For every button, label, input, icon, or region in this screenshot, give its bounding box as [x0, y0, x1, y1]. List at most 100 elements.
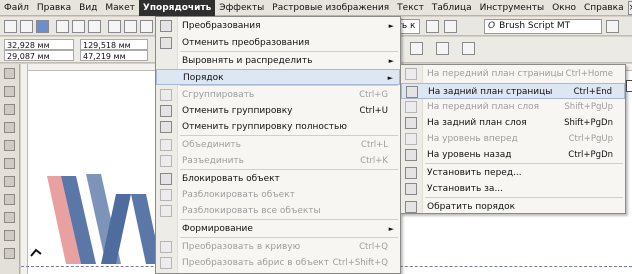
- new-document-icon[interactable]: [4, 20, 17, 33]
- zoom-tool-icon[interactable]: [4, 122, 15, 133]
- arrange-menu-item[interactable]: Разблокировать все объекты: [156, 203, 400, 219]
- paste-icon[interactable]: [88, 20, 101, 33]
- lock-icon: [160, 173, 172, 185]
- crop-tool-icon[interactable]: [4, 104, 15, 115]
- arrange-menu-item[interactable]: Разблокировать объект: [156, 187, 400, 203]
- order-menu-item[interactable]: На уровень вперед Ctrl+PgUp: [401, 131, 625, 147]
- order-menu-item[interactable]: На передний план слоя Shift+PgUp: [401, 99, 625, 115]
- options-icon[interactable]: [426, 20, 439, 33]
- menu-arrange[interactable]: Упорядочить: [138, 0, 216, 16]
- menu-item-shortcut: Shift+PgUp: [564, 102, 613, 112]
- x-position-field[interactable]: 32,928 мм: [4, 39, 74, 50]
- arrange-menu-item[interactable]: Формирование ►: [156, 221, 400, 237]
- to-back-page-icon: [406, 86, 418, 98]
- arrange-menu-item[interactable]: Объединить Ctrl+L: [156, 137, 400, 153]
- arrange-menu-item[interactable]: Выровнять и распределить ►: [156, 53, 400, 69]
- menu-item-shortcut: Ctrl+Shift+Q: [332, 258, 388, 268]
- menu-tools[interactable]: Инструменты: [476, 0, 548, 16]
- order-menu-item[interactable]: Установить перед...: [401, 165, 625, 181]
- order-menu-item[interactable]: На передний план страницы Ctrl+Home: [401, 66, 625, 82]
- menu-item-label: Блокировать объект: [182, 174, 280, 184]
- y-position-field[interactable]: 29,087 мм: [4, 50, 74, 61]
- copy-icon[interactable]: [72, 20, 85, 33]
- menu-item-label: Разблокировать все объекты: [182, 206, 321, 216]
- arrange-menu-item[interactable]: Отменить группировку полностью: [156, 119, 400, 135]
- menu-edit[interactable]: Правка: [33, 0, 75, 16]
- shape-tool-icon[interactable]: [4, 86, 15, 97]
- combine-icon: [160, 139, 172, 151]
- arrange-menu-item[interactable]: Преобразовать в кривую Ctrl+Q: [156, 239, 400, 255]
- menu-item-shortcut: Ctrl+PgDn: [568, 150, 613, 160]
- arrange-menu-item[interactable]: Отменить преобразования: [156, 35, 400, 51]
- cut-icon[interactable]: [56, 20, 69, 33]
- open-icon[interactable]: [20, 20, 33, 33]
- menu-item-shortcut: Ctrl+U: [359, 106, 388, 116]
- menu-item-label: Формирование: [182, 224, 253, 234]
- order-menu-item[interactable]: Обратить порядок: [401, 199, 625, 215]
- menu-item-label: Преобразовать в кривую: [182, 242, 301, 252]
- menu-item-label: Разъединить: [182, 156, 244, 166]
- menu-layout[interactable]: Макет: [101, 0, 139, 16]
- to-back-layer-icon: [405, 117, 417, 129]
- menu-item-label: Преобразовать абрис в объект: [182, 258, 330, 268]
- menu-item-label: Порядок: [183, 73, 224, 83]
- width-field[interactable]: 129,518 мм: [80, 39, 148, 50]
- to-front-icon[interactable]: [436, 42, 449, 55]
- order-menu-item[interactable]: На задний план страницы Ctrl+End: [401, 83, 625, 99]
- arrange-menu-item[interactable]: Сгруппировать Ctrl+G: [156, 87, 400, 103]
- menu-item-label: На передний план слоя: [427, 102, 539, 112]
- cursor-icon: [30, 248, 42, 257]
- menu-file[interactable]: Файл: [0, 0, 33, 16]
- arrange-menu-item[interactable]: Блокировать объект: [156, 171, 400, 187]
- order-menu-item[interactable]: На уровень назад Ctrl+PgDn: [401, 147, 625, 163]
- menu-window[interactable]: Окно: [548, 0, 580, 16]
- ellipse-tool-icon[interactable]: [4, 194, 15, 205]
- import-icon[interactable]: [140, 20, 153, 33]
- arrange-menu-item[interactable]: Преобразования ►: [156, 18, 400, 34]
- vertical-ruler[interactable]: [21, 64, 28, 274]
- arrange-menu-item[interactable]: Преобразовать абрис в объект Ctrl+Shift+Q: [156, 255, 400, 271]
- menu-text[interactable]: Текст: [393, 0, 428, 16]
- align-icon[interactable]: [410, 42, 423, 55]
- arrange-menu-item[interactable]: Разъединить Ctrl+K: [156, 153, 400, 169]
- font-family-dropdown[interactable]: O Brush Script MT: [484, 19, 602, 34]
- to-back-icon[interactable]: [462, 42, 475, 55]
- font-size-dropdown[interactable]: [606, 20, 619, 33]
- interactive-tool-icon[interactable]: [4, 248, 15, 259]
- menu-separator: [180, 135, 398, 136]
- menu-separator: [180, 219, 398, 220]
- undo-icon[interactable]: [108, 20, 121, 33]
- arrange-menu-item[interactable]: Порядок ►: [156, 69, 400, 85]
- close-document-button[interactable]: ×: [627, 0, 632, 15]
- menu-view[interactable]: Вид: [75, 0, 101, 16]
- menu-separator: [180, 169, 398, 170]
- text-tool-icon[interactable]: [4, 230, 15, 241]
- submenu-separator: [425, 197, 623, 198]
- menu-effects[interactable]: Эффекты: [215, 0, 268, 16]
- menu-help[interactable]: Справка: [580, 0, 628, 16]
- order-menu-item[interactable]: Установить за...: [401, 181, 625, 197]
- menu-bitmaps[interactable]: Растровые изображения: [268, 0, 393, 16]
- toolbox: [0, 64, 20, 274]
- menu-item-shortcut: Ctrl+Home: [565, 69, 613, 79]
- polygon-tool-icon[interactable]: [4, 212, 15, 223]
- arrange-menu-item[interactable]: Отменить группировку Ctrl+U: [156, 103, 400, 119]
- smart-fill-tool-icon[interactable]: [4, 158, 15, 169]
- pick-tool-icon[interactable]: [4, 68, 15, 79]
- menu-table[interactable]: Таблица: [428, 0, 476, 16]
- order-menu-item[interactable]: На задний план слоя Shift+PgDn: [401, 115, 625, 131]
- to-front-layer-icon: [405, 101, 417, 113]
- height-field[interactable]: 47,219 мм: [80, 50, 148, 61]
- to-front-page-icon: [405, 68, 417, 80]
- freehand-tool-icon[interactable]: [4, 140, 15, 151]
- font-family-value: Brush Script MT: [499, 21, 571, 31]
- menu-item-label: Отменить преобразования: [182, 38, 310, 48]
- submenu-arrow-icon: ►: [387, 74, 393, 82]
- menu-item-shortcut: Shift+PgDn: [564, 118, 613, 128]
- menu-item-label: Обратить порядок: [427, 202, 516, 212]
- redo-icon[interactable]: [124, 20, 137, 33]
- break-apart-icon: [160, 155, 172, 167]
- app-launcher-icon[interactable]: [444, 20, 457, 33]
- rectangle-tool-icon[interactable]: [4, 176, 15, 187]
- save-icon[interactable]: [36, 20, 49, 33]
